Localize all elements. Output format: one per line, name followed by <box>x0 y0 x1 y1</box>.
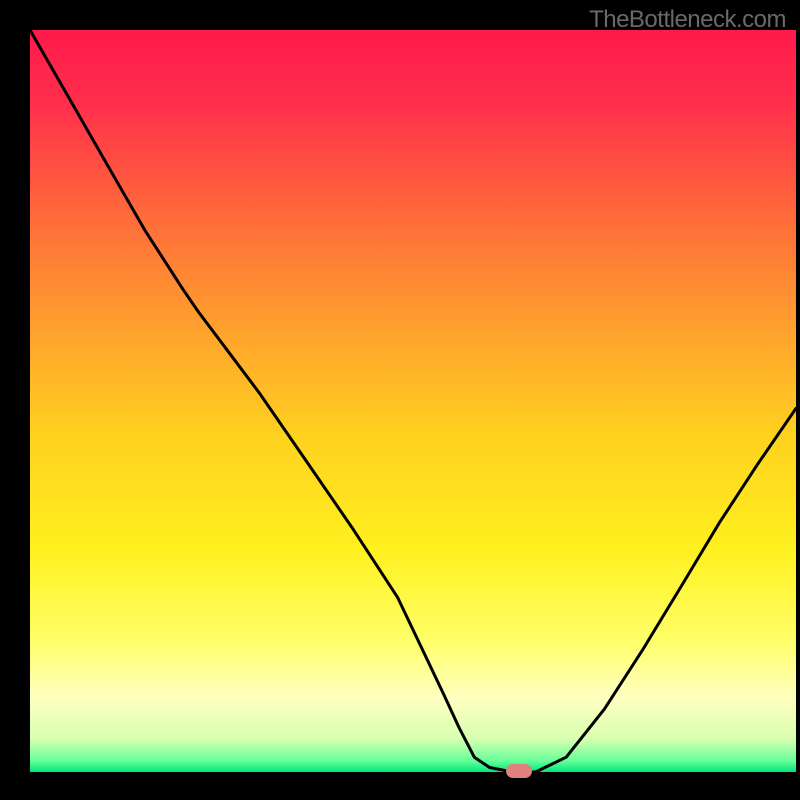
watermark-text: TheBottleneck.com <box>589 6 786 34</box>
plot-background <box>30 30 796 772</box>
chart-container: TheBottleneck.com <box>0 0 800 800</box>
bottleneck-chart <box>0 0 800 800</box>
optimal-point-marker <box>506 764 532 778</box>
